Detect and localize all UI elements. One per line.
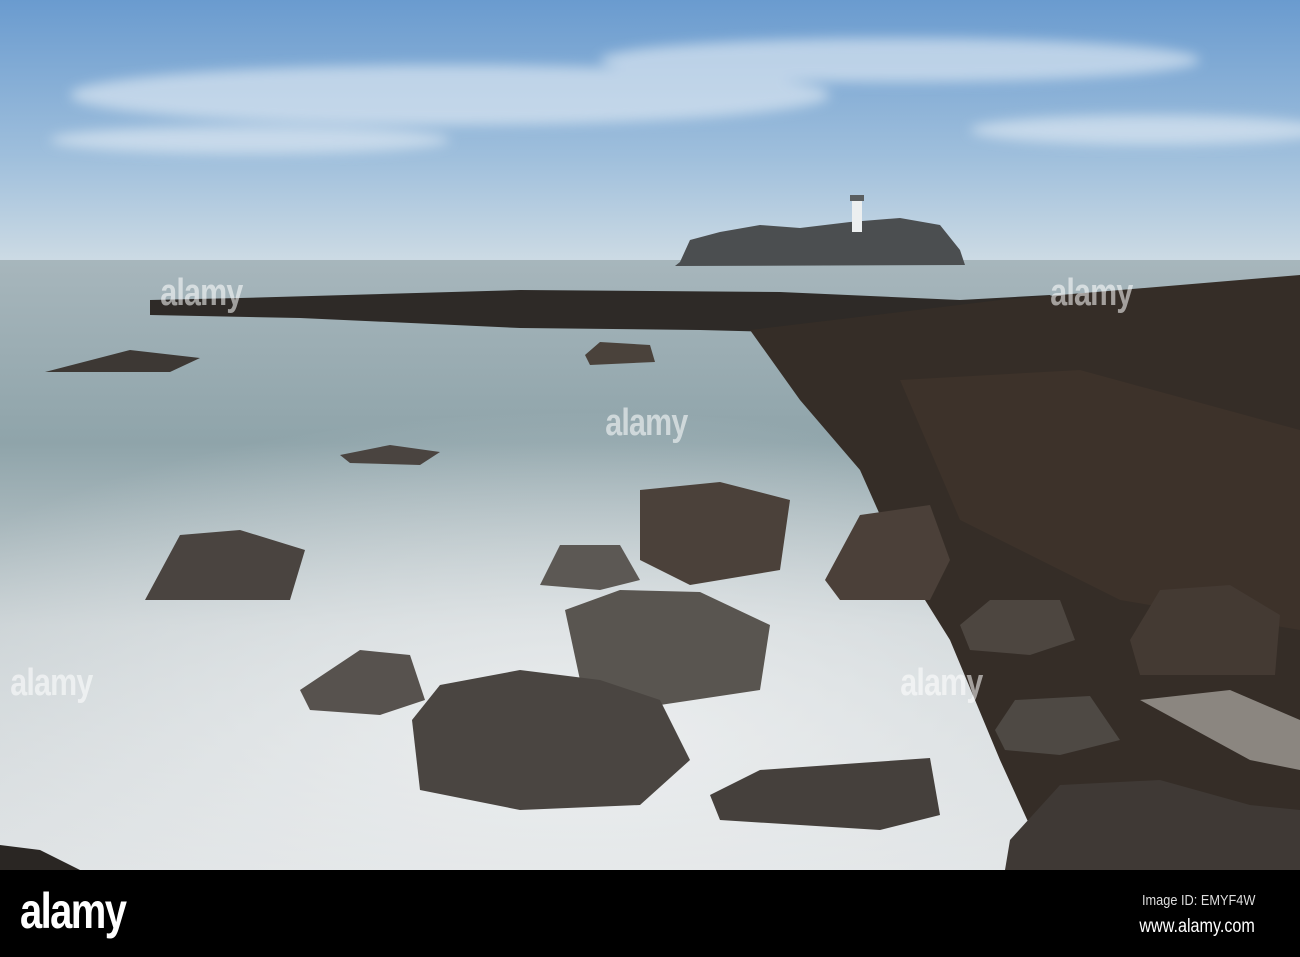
image-id: Image ID: EMYF4W (1141, 892, 1255, 909)
lighthouse (852, 200, 862, 232)
footer-bar: alamy Image ID: EMYF4W www.alamy.com (0, 870, 1300, 957)
watermark: alamy (10, 662, 93, 704)
watermark: alamy (160, 272, 243, 314)
site-url: www.alamy.com (1139, 916, 1255, 937)
watermark: alamy (605, 402, 688, 444)
watermark: alamy (1050, 272, 1133, 314)
alamy-logo: alamy (20, 883, 127, 939)
watermark: alamy (900, 662, 983, 704)
photo-frame: alamy alamy alamy alamy alamy alamy Imag… (0, 0, 1300, 957)
